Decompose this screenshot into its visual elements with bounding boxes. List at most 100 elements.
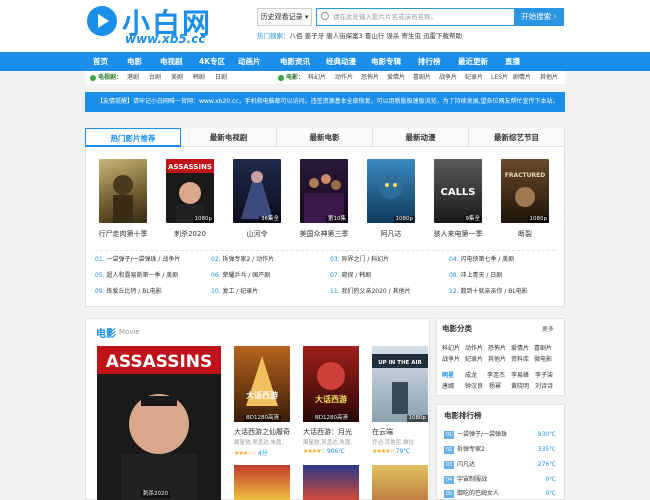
- subcat-tv-item[interactable]: 台剧: [149, 71, 161, 85]
- side-rank-item[interactable]: 05 御吃的巴姆女人 0℃: [444, 489, 556, 499]
- nav-item-4k[interactable]: 4K专区: [199, 52, 225, 71]
- poster-walking-dead[interactable]: [99, 159, 147, 223]
- category-link[interactable]: 恐怖片: [488, 343, 506, 352]
- subcat-movie-item[interactable]: 爱情片: [387, 71, 405, 85]
- rank-text: 拆弹专家2 / 动作片: [222, 256, 275, 263]
- rank-item[interactable]: 11. 我们的父亲2020 / 其他片: [330, 287, 411, 297]
- star-link[interactable]: 钟汉良: [465, 381, 483, 390]
- star-link[interactable]: 唐嫣: [442, 381, 454, 390]
- movie-title[interactable]: 阿凡达: [359, 229, 423, 239]
- category-link[interactable]: 喜剧片: [534, 343, 552, 352]
- subcat-movie-item[interactable]: 恐怖片: [361, 71, 379, 85]
- subcat-tv-item[interactable]: 韩剧: [193, 71, 205, 85]
- category-link[interactable]: 战争片: [442, 354, 460, 363]
- nav-item-ranking[interactable]: 排行榜: [418, 52, 441, 71]
- movie-title[interactable]: 断裂: [493, 229, 557, 239]
- mposter-up-in-the-air[interactable]: UP IN THE AIR 1080p: [372, 346, 428, 422]
- subcat-movie-item[interactable]: 剧情片: [513, 71, 531, 85]
- subcat-tv-item[interactable]: 港剧: [127, 71, 139, 85]
- poster-calls[interactable]: CALLS 9集全: [434, 159, 482, 223]
- movie-title[interactable]: 刺杀2020: [158, 229, 222, 239]
- poster-avatar[interactable]: 1080p: [367, 159, 415, 223]
- rank-item[interactable]: 10. 复工 / 纪录片: [211, 287, 258, 297]
- movie-item-title[interactable]: 大话西游：月光: [303, 427, 352, 437]
- category-more-link[interactable]: 更多: [542, 324, 554, 333]
- rank-index: 02: [444, 446, 454, 454]
- search-button[interactable]: 开始搜索 ›: [514, 8, 564, 26]
- movie-title[interactable]: 美国众神第三季: [292, 229, 356, 239]
- nav-item-animation[interactable]: 动画片: [238, 52, 261, 71]
- movie-title[interactable]: 山河令: [225, 229, 289, 239]
- star-link[interactable]: 李连杰: [487, 370, 505, 379]
- logo-url[interactable]: www.xb5.cc: [125, 32, 206, 46]
- play-logo-icon[interactable]: [87, 6, 117, 36]
- star-link[interactable]: 李子柒: [535, 370, 553, 379]
- subcat-movie-item[interactable]: 战争片: [439, 71, 457, 85]
- category-link[interactable]: 纪录片: [465, 354, 483, 363]
- mposter-xiyou2[interactable]: 大话西游 BD1280高清: [303, 346, 359, 422]
- subcat-tv-item[interactable]: 日剧: [215, 71, 227, 85]
- side-rank-item[interactable]: 04 宇宙制服战 0℃: [444, 475, 556, 485]
- category-link[interactable]: 微电影: [534, 354, 552, 363]
- side-rank-item[interactable]: 02 拆弹专家2 335℃: [444, 445, 556, 455]
- nav-item-albums[interactable]: 电影专辑: [371, 52, 401, 71]
- mposter-next[interactable]: [372, 465, 428, 500]
- rank-item[interactable]: 01. 一袋弹子/一袋弹珠 / 战争片: [95, 255, 180, 265]
- mposter-next[interactable]: [303, 465, 359, 500]
- category-link[interactable]: 其他片: [488, 354, 506, 363]
- rank-item[interactable]: 09. 炼爱丘比特 / BL电影: [95, 287, 162, 297]
- star-link[interactable]: 刘诗诗: [535, 381, 553, 390]
- hot-search-terms[interactable]: 八佰 姜子牙 唐人街探案3 晋山行 误杀 寄生虫 迅雷下载帮助: [290, 32, 463, 40]
- rank-item[interactable]: 05. 超人和露易斯第一季 / 美剧: [95, 271, 178, 281]
- tab-hot[interactable]: 热门影片推荐: [85, 128, 181, 147]
- subcat-tv-item[interactable]: 美剧: [171, 71, 183, 85]
- rank-item[interactable]: 03. 异界之门 / 科幻片: [330, 255, 389, 265]
- star-link[interactable]: 黄晓明: [511, 381, 529, 390]
- movie-item-title[interactable]: 大话西游之仙履奇: [234, 427, 290, 437]
- search-input[interactable]: 请在此处输入影片片名或演员名称。: [333, 8, 513, 26]
- tab-latest-tv[interactable]: 最新电视剧: [181, 128, 277, 147]
- poster-assassins[interactable]: ASSASSINS 1080p: [166, 159, 214, 223]
- star-link[interactable]: 成龙: [465, 370, 477, 379]
- mposter-next[interactable]: [234, 465, 290, 500]
- star-link[interactable]: 李易峰: [511, 370, 529, 379]
- subcat-movie-item[interactable]: 动作片: [335, 71, 353, 85]
- rank-item[interactable]: 07. 窥探 / 韩剧: [330, 271, 371, 281]
- nav-item-home[interactable]: 首页: [93, 52, 108, 71]
- movie-title[interactable]: 骇人来电第一季: [426, 229, 490, 239]
- poster-shanheling[interactable]: 36集全: [233, 159, 281, 223]
- nav-item-news[interactable]: 电影资讯: [280, 52, 310, 71]
- tab-latest-movie[interactable]: 最新电影: [277, 128, 373, 147]
- subcat-movie-item[interactable]: 科幻片: [308, 71, 326, 85]
- subcat-movie-item[interactable]: LES片: [491, 71, 508, 85]
- rank-item[interactable]: 08. 冲上青天 / 日剧: [449, 271, 502, 281]
- movie-item-title[interactable]: 在云端: [372, 427, 393, 437]
- history-dropdown[interactable]: 历史观看记录 ▾: [257, 8, 312, 26]
- poster-fractured[interactable]: FRACTURED 1080p: [501, 159, 549, 223]
- rank-item[interactable]: 12. 数到十就亲亲你 / BL电影: [449, 287, 528, 297]
- category-link[interactable]: 动作片: [465, 343, 483, 352]
- star-link[interactable]: 杨幂: [489, 381, 501, 390]
- mposter-xiyou1[interactable]: 大话西游 BD1280高清: [234, 346, 290, 422]
- tab-latest-anime[interactable]: 最新动漫: [373, 128, 469, 147]
- nav-item-movie[interactable]: 电影: [127, 52, 142, 71]
- tab-latest-variety[interactable]: 最新综艺节目: [469, 128, 565, 147]
- subcat-movie-item[interactable]: 其他片: [540, 71, 558, 85]
- poster-american-gods[interactable]: 第10集: [300, 159, 348, 223]
- subcat-movie-item[interactable]: 喜剧片: [413, 71, 431, 85]
- nav-item-classic-anime[interactable]: 经典动漫: [326, 52, 356, 71]
- rank-item[interactable]: 02. 拆弹专家2 / 动作片: [211, 255, 274, 265]
- movie-title[interactable]: 行尸走肉第十季: [91, 229, 155, 239]
- side-rank-item[interactable]: 03 闪凡达 276℃: [444, 460, 556, 470]
- nav-item-live[interactable]: 直播: [505, 52, 520, 71]
- side-rank-item[interactable]: 01 一袋弹子/一袋弹珠 930℃: [444, 430, 556, 440]
- nav-item-tv[interactable]: 电视剧: [160, 52, 183, 71]
- category-link[interactable]: 科幻片: [442, 343, 460, 352]
- rank-item[interactable]: 04. 闪电侠第七季 / 美剧: [449, 255, 514, 265]
- featured-poster[interactable]: ASSASSINS 刺杀2020: [97, 346, 221, 500]
- nav-item-latest[interactable]: 最近更新: [458, 52, 488, 71]
- category-link[interactable]: 资料库: [511, 354, 529, 363]
- rank-item[interactable]: 06. 荣耀乒乓 / 国产剧: [211, 271, 270, 281]
- subcat-movie-item[interactable]: 纪录片: [465, 71, 483, 85]
- category-link[interactable]: 爱情片: [511, 343, 529, 352]
